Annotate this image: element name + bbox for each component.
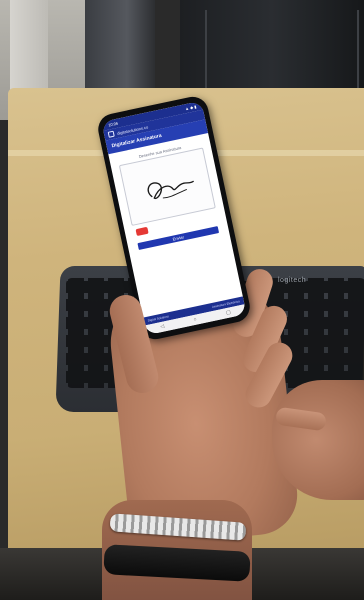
background-rack-left [85,0,155,92]
submit-button[interactable]: Enviar [137,226,220,250]
lock-icon [107,130,115,138]
home-icon[interactable]: ○ [193,317,197,323]
status-time: 10:06 [107,120,119,128]
recent-apps-icon[interactable]: ▢ [226,309,232,316]
photo-scene: logitech 10:06 ▲ ◆ ▮ digitalsolutions.co… [0,0,364,600]
keyboard-brand-logo: logitech [278,277,307,284]
clear-signature-button[interactable] [135,226,149,237]
rack-frame [205,10,359,90]
back-icon[interactable]: ◁ [160,323,165,330]
signature-stroke [147,180,195,199]
